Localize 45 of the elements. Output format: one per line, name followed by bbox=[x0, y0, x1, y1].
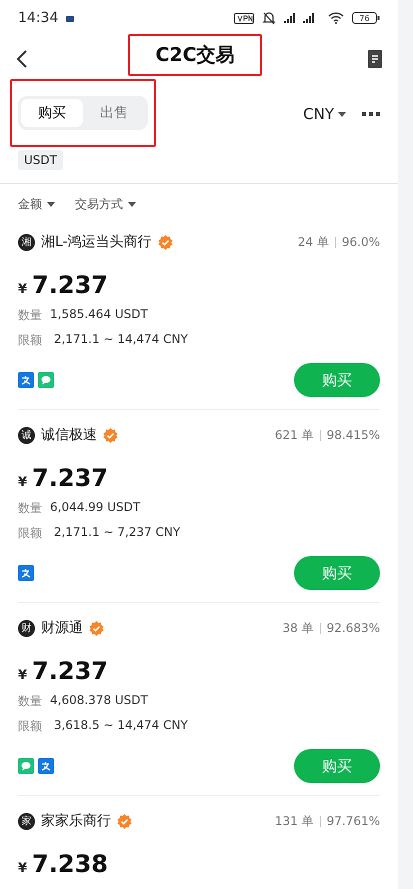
completion-rate: 96.0% bbox=[342, 235, 380, 249]
currency-symbol: ¥ bbox=[18, 282, 28, 297]
merchant-avatar: 财 bbox=[18, 620, 35, 636]
price: 7.237 bbox=[32, 657, 108, 685]
currency-symbol: ¥ bbox=[18, 861, 28, 876]
quantity-value: 1,585.464 USDT bbox=[50, 307, 148, 323]
page-title: C2C交易 bbox=[155, 43, 235, 68]
currency-symbol: ¥ bbox=[18, 475, 28, 490]
battery-icon: 76 bbox=[352, 12, 380, 24]
merchant-avatar: 诚 bbox=[18, 426, 35, 444]
completion-rate: 92.683% bbox=[326, 621, 380, 635]
order-count: 38 单 bbox=[282, 620, 314, 636]
merchant-avatar: 家 bbox=[18, 812, 35, 830]
limit-label: 限额 bbox=[18, 525, 42, 542]
merchant-name[interactable]: 财源通 bbox=[41, 619, 83, 637]
quantity-label: 数量 bbox=[18, 500, 42, 517]
merchant-name[interactable]: 湘L-鸿运当头商行 bbox=[41, 233, 152, 251]
quantity-label: 数量 bbox=[18, 693, 42, 710]
merchant-name[interactable]: 诚信极速 bbox=[41, 426, 97, 444]
limit-value: 2,171.1 ~ 14,474 CNY bbox=[52, 332, 188, 348]
order-count: 621 单 bbox=[274, 426, 314, 444]
price: 7.238 bbox=[32, 850, 108, 878]
merchant-avatar: 湘 bbox=[18, 234, 35, 250]
filter-dropdown[interactable]: 交易方式 bbox=[75, 196, 136, 213]
order-count: 131 单 bbox=[274, 812, 314, 830]
quantity-label: 数量 bbox=[18, 307, 42, 324]
limit-value: 2,171.1 ~ 7,237 CNY bbox=[52, 525, 180, 541]
completion-rate: 97.761% bbox=[326, 814, 380, 828]
limit-label: 限额 bbox=[18, 718, 42, 735]
currency-dropdown[interactable]: CNY bbox=[303, 105, 346, 123]
currency-symbol: ¥ bbox=[18, 668, 28, 683]
limit-label: 限额 bbox=[18, 332, 42, 349]
price: 7.237 bbox=[32, 271, 108, 299]
limit-value: 3,618.5 ~ 14,474 CNY bbox=[52, 718, 188, 734]
completion-rate: 98.415% bbox=[326, 428, 380, 442]
trade-tab[interactable]: 出售 bbox=[83, 99, 145, 127]
order-count: 24 单 bbox=[298, 234, 329, 250]
status-time: 14:34 bbox=[18, 10, 58, 26]
merchant-name[interactable]: 家家乐商行 bbox=[41, 812, 111, 830]
filter-dropdown[interactable]: 金额 bbox=[18, 196, 55, 213]
quantity-value: 4,608.378 USDT bbox=[50, 693, 148, 709]
asset-tag[interactable]: USDT bbox=[18, 150, 63, 170]
quantity-value: 6,044.99 USDT bbox=[50, 500, 140, 516]
trade-tab[interactable]: 购买 bbox=[21, 99, 83, 127]
price: 7.237 bbox=[32, 464, 108, 492]
